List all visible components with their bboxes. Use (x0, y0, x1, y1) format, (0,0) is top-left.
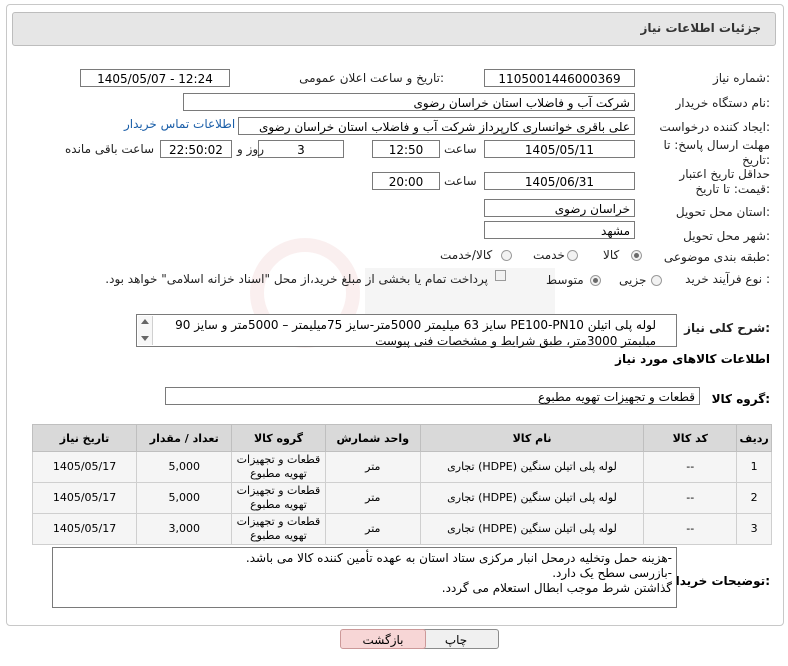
cell-need-date: 1405/05/17 (31, 451, 138, 483)
header-unit: واحد شمارش (324, 424, 421, 452)
cell-unit: متر (324, 513, 421, 545)
buyer-notes-label: توضیحات خریدار: (668, 574, 770, 588)
purchase-minor-radio[interactable] (651, 275, 662, 286)
category-both-label: کالا/خدمت (440, 248, 493, 262)
cell-item-name: لوله پلی اتیلن سنگین (HDPE) تجاری (419, 451, 645, 483)
city-label: شهر محل تحویل: (683, 229, 770, 243)
category-service-label: خدمت (533, 248, 565, 262)
announce-field: 1405/05/07 - 12:24 (80, 69, 230, 87)
category-service-radio[interactable] (567, 250, 578, 261)
cell-item-name: لوله پلی اتیلن سنگین (HDPE) تجاری (419, 482, 645, 514)
category-goods-label: کالا (603, 248, 620, 262)
remaining-time-field: 22:50:02 (160, 140, 232, 158)
header-item-name: نام کالا (419, 424, 645, 452)
need-number-label: شماره نیاز: (712, 71, 770, 85)
cell-unit: متر (324, 451, 421, 483)
page-title: جزئیات اطلاعات نیاز (640, 21, 761, 35)
creator-field: علی باقری خوانساری کارپرداز شرکت آب و فا… (238, 117, 635, 135)
header-item-code: کد کالا (643, 424, 738, 452)
deadline-date-field: 1405/05/11 (484, 140, 635, 158)
deadline-time-field: 12:50 (372, 140, 440, 158)
remaining-label: ساعت باقی مانده (65, 142, 155, 156)
days-field: 3 (258, 140, 344, 158)
cell-item-name: لوله پلی اتیلن سنگین (HDPE) تجاری (419, 513, 645, 545)
validity-time-label: ساعت (444, 174, 477, 188)
table-row: 1 -- لوله پلی اتیلن سنگین (HDPE) تجاری م… (31, 451, 772, 483)
table-row: 3 -- لوله پلی اتیلن سنگین (HDPE) تجاری م… (31, 513, 772, 545)
cell-item-code: -- (643, 513, 738, 545)
contact-buyer-link[interactable]: اطلاعات تماس خریدار (124, 117, 235, 131)
goods-group-field: قطعات و تجهیزات تهویه مطبوع (165, 387, 700, 405)
cell-quantity: 5,000 (136, 482, 233, 514)
description-label: شرح کلی نیاز: (684, 321, 770, 335)
cell-item-code: -- (643, 451, 738, 483)
deadline-time-label: ساعت (444, 142, 477, 156)
category-goods-radio[interactable] (631, 250, 642, 261)
buyer-note-line: -هزینه حمل وتخلیه درمحل انبار مرکزی ستاد… (245, 551, 672, 565)
cell-group: قطعات و تجهیزات تهویه مطبوع (231, 513, 326, 545)
table-row: 2 -- لوله پلی اتیلن سنگین (HDPE) تجاری م… (31, 482, 772, 514)
header-row-number: ردیف (736, 424, 772, 452)
cell-row-number: 1 (736, 451, 772, 483)
category-label: طبقه بندی موضوعی: (663, 250, 770, 264)
cell-quantity: 3,000 (136, 513, 233, 545)
title-bar: جزئیات اطلاعات نیاز (12, 12, 776, 46)
cell-need-date: 1405/05/17 (31, 482, 138, 514)
table-header-row: ردیف کد کالا نام کالا واحد شمارش گروه کا… (31, 424, 772, 452)
purchase-medium-radio[interactable] (590, 275, 601, 286)
days-label: روز و (237, 142, 264, 156)
purchase-type-label: نوع فرآیند خرید : (685, 272, 770, 286)
buyer-org-label: نام دستگاه خریدار: (675, 96, 771, 110)
buyer-org-field: شرکت آب و فاضلاب استان خراسان رضوی (183, 93, 635, 111)
purchase-medium-label: متوسط (546, 273, 584, 287)
cell-group: قطعات و تجهیزات تهویه مطبوع (231, 482, 326, 514)
header-group: گروه کالا (231, 424, 326, 452)
validity-time-field: 20:00 (372, 172, 440, 190)
city-field: مشهد (484, 221, 635, 239)
province-field: خراسان رضوی (484, 199, 635, 217)
goods-table: ردیف کد کالا نام کالا واحد شمارش گروه کا… (31, 424, 772, 545)
creator-label: ایجاد کننده درخواست: (659, 120, 770, 134)
description-box[interactable]: لوله پلی اتیلن PE100-PN10 سایز 63 میلیمت… (136, 314, 677, 348)
cell-quantity: 5,000 (136, 451, 233, 483)
category-both-radio[interactable] (501, 250, 512, 261)
deadline-label: مهلت ارسال پاسخ: تا تاریخ: (663, 138, 770, 167)
cell-row-number: 2 (736, 482, 772, 514)
treasury-payment-label: پرداخت تمام یا بخشی از مبلغ خرید،از محل … (105, 272, 488, 286)
buyer-notes-box[interactable]: -هزینه حمل وتخلیه درمحل انبار مرکزی ستاد… (52, 547, 677, 608)
buyer-note-line: -بازرسی سطح یک دارد. (552, 566, 672, 580)
cell-unit: متر (324, 482, 421, 514)
cell-need-date: 1405/05/17 (31, 513, 138, 545)
announce-label: تاریخ و ساعت اعلان عمومی: (299, 71, 444, 85)
validity-date-field: 1405/06/31 (484, 172, 635, 190)
header-quantity: تعداد / مقدار (136, 424, 233, 452)
goods-group-label: گروه کالا: (711, 392, 770, 406)
cell-group: قطعات و تجهیزات تهویه مطبوع (231, 451, 326, 483)
back-button[interactable]: بازگشت (340, 629, 426, 649)
treasury-payment-checkbox[interactable] (495, 270, 506, 281)
goods-section-title: اطلاعات کالاهای مورد نیاز (615, 352, 770, 366)
buyer-note-line: گذاشتن شرط موجب ابطال استعلام می گردد. (441, 581, 672, 595)
cell-item-code: -- (643, 482, 738, 514)
header-need-date: تاریخ نیاز (31, 424, 138, 452)
purchase-minor-label: جزیی (619, 273, 647, 287)
province-label: استان محل تحویل: (675, 205, 770, 219)
cell-row-number: 3 (736, 513, 772, 545)
description-text: لوله پلی اتیلن PE100-PN10 سایز 63 میلیمت… (175, 318, 656, 348)
validity-label: حداقل تاریخ اعتبار قیمت: تا تاریخ: (679, 167, 770, 196)
need-number-field: 1105001446000369 (484, 69, 635, 87)
